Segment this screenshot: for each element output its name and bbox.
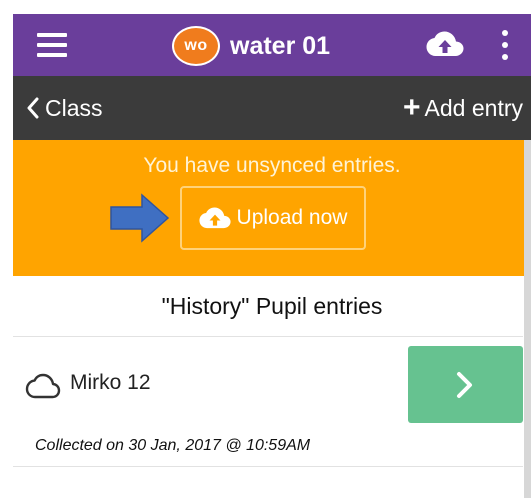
overflow-menu-icon[interactable] (501, 30, 509, 60)
list-item: Mirko 12 Collected on 30 Jan, 2017 @ 10:… (13, 336, 523, 466)
open-entry-button[interactable] (408, 346, 523, 423)
chevron-left-icon (27, 97, 39, 119)
back-label: Class (45, 94, 103, 121)
unsynced-banner: You have unsynced entries. Upload now (13, 140, 531, 276)
app-bar: wo water 01 (13, 14, 531, 76)
unsynced-message: You have unsynced entries. (143, 154, 401, 177)
arrow-right-icon (110, 193, 170, 243)
upload-now-label: Upload now (236, 206, 348, 229)
hamburger-menu-icon[interactable] (37, 33, 67, 57)
app-screen: wo water 01 Class + Add entry You have u… (13, 14, 531, 498)
add-entry-label: Add entry (424, 94, 523, 121)
cloud-upload-icon (198, 207, 231, 229)
cloud-outline-icon (25, 373, 61, 399)
class-title-group: wo water 01 (172, 26, 330, 66)
chevron-right-icon (457, 372, 472, 398)
back-to-class-link[interactable]: Class (25, 76, 103, 140)
plus-icon: + (403, 91, 421, 124)
add-entry-button[interactable]: + Add entry (403, 76, 523, 140)
page-title: water 01 (230, 31, 331, 60)
navigation-bar: Class + Add entry (13, 76, 531, 140)
entry-collected-date: Collected on 30 Jan, 2017 @ 10:59AM (35, 437, 311, 454)
upload-now-button[interactable]: Upload now (180, 186, 366, 250)
section-title: "History" Pupil entries (161, 292, 383, 319)
divider (13, 466, 523, 467)
class-avatar: wo (172, 26, 220, 66)
entry-name: Mirko 12 (70, 371, 151, 394)
cloud-upload-icon[interactable] (426, 30, 464, 58)
